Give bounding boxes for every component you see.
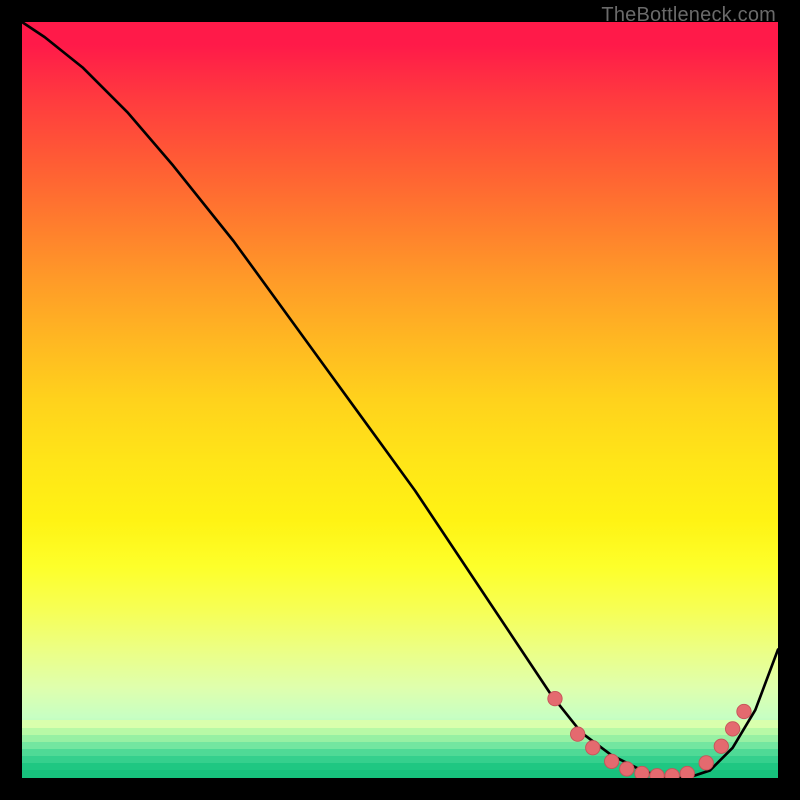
curve-svg: [22, 22, 778, 778]
marker-dot: [737, 704, 751, 718]
marker-dot: [665, 769, 679, 778]
marker-dot: [725, 722, 739, 736]
marker-dot: [586, 741, 600, 755]
marker-dot: [714, 739, 728, 753]
watermark-text: TheBottleneck.com: [601, 4, 776, 27]
marker-dot: [650, 769, 664, 778]
bottleneck-curve: [22, 22, 778, 778]
marker-dots: [548, 691, 751, 778]
marker-dot: [699, 756, 713, 770]
chart-frame: TheBottleneck.com: [0, 0, 800, 800]
marker-dot: [604, 754, 618, 768]
marker-dot: [680, 766, 694, 778]
marker-dot: [570, 727, 584, 741]
marker-dot: [620, 762, 634, 776]
plot-area: [22, 22, 778, 778]
marker-dot: [548, 691, 562, 705]
marker-dot: [635, 766, 649, 778]
